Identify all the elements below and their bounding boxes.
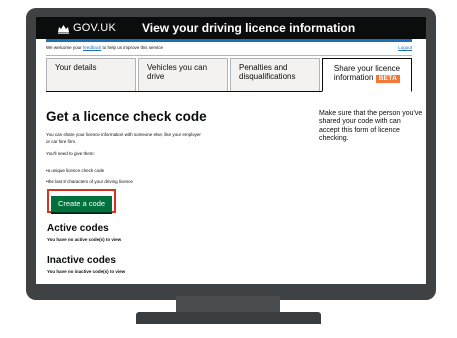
service-name[interactable]: View your driving licence information [142, 21, 355, 35]
tab-your-details[interactable]: Your details [46, 58, 136, 91]
need-text: You'll need to give them: [46, 151, 95, 156]
tab-share-licence[interactable]: Share your licence information BETA [322, 58, 412, 92]
beta-badge: BETA [375, 75, 401, 83]
requirements-list: a unique licence check code the last 8 c… [46, 165, 133, 188]
active-codes-heading: Active codes [47, 223, 109, 234]
header-blue-rule [46, 39, 412, 42]
feedback-link[interactable]: feedback [83, 45, 101, 50]
create-code-button[interactable]: Create a code [51, 195, 112, 212]
inactive-codes-text: You have no inactive code(s) to view [47, 269, 126, 274]
tab-vehicles[interactable]: Vehicles you can drive [138, 58, 228, 91]
govuk-header: GOV.UK View your driving licence informa… [36, 17, 426, 39]
button-highlight: Create a code [47, 189, 116, 213]
page-title: Get a licence check code [46, 109, 207, 124]
list-item: a unique licence check code [46, 165, 133, 176]
feedback-message: We welcome your feedback to help us impr… [46, 45, 163, 53]
monitor-stand-base [136, 312, 321, 324]
tab-label: Penalties and [239, 63, 288, 72]
logout-link[interactable]: Logout [398, 45, 412, 53]
tab-penalties[interactable]: Penalties and disqualifications [230, 58, 320, 91]
intro-text: You can share your licence information w… [46, 132, 201, 144]
side-note: Make sure that the person you've shared … [319, 110, 423, 143]
tab-label: Share your licence [333, 64, 401, 73]
monitor-stand-neck [176, 296, 280, 312]
divider [46, 55, 412, 56]
tab-label: information [333, 73, 374, 83]
crown-icon [56, 22, 70, 34]
monitor-frame: GOV.UK View your driving licence informa… [26, 8, 436, 300]
active-codes-text: You have no active code(s) to view [47, 237, 122, 242]
tab-label: Vehicles you can drive [147, 63, 208, 82]
tab-list: Your details Vehicles you can drive Pena… [46, 58, 412, 92]
illustration: GOV.UK View your driving licence informa… [0, 0, 457, 338]
browser-screen: GOV.UK View your driving licence informa… [36, 17, 426, 284]
list-item: the last 8 characters of your driving li… [46, 176, 133, 187]
tab-label: disqualifications [239, 72, 296, 82]
tab-label: Your details [55, 63, 97, 72]
govuk-logo[interactable]: GOV.UK [73, 22, 116, 34]
phase-banner: We welcome your feedback to help us impr… [46, 45, 412, 53]
feedback-text-before: We welcome your [46, 45, 83, 50]
inactive-codes-heading: Inactive codes [47, 255, 116, 266]
feedback-text-after: to help us improve this service [101, 45, 163, 50]
